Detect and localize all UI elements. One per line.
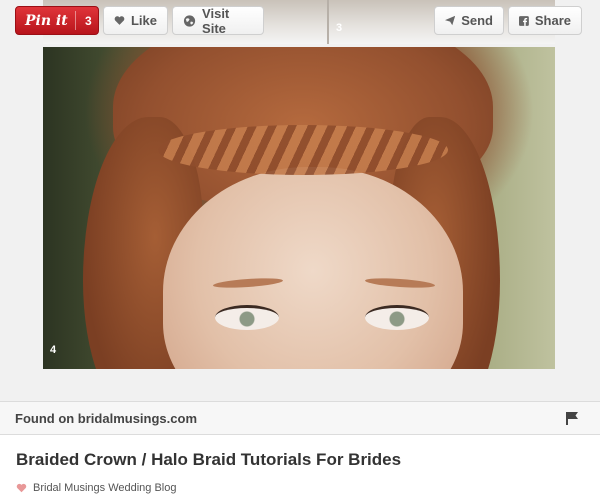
visit-site-label: Visit Site [202, 5, 230, 36]
share-button[interactable]: Share [508, 6, 582, 35]
image-divider [327, 0, 329, 44]
pin-title: Braided Crown / Halo Braid Tutorials For… [16, 450, 402, 469]
pin-count: 3 [85, 13, 92, 28]
eye-shape [215, 305, 279, 330]
braid-shape [158, 125, 448, 175]
pin-image: 4 [43, 47, 555, 369]
send-button[interactable]: Send [434, 6, 504, 35]
eye-shape [365, 305, 429, 330]
facebook-icon [519, 15, 529, 26]
pin-it-label: Pin it [25, 12, 68, 29]
send-label: Send [461, 13, 493, 28]
board-link[interactable]: Bridal Musings Wedding Blog [16, 482, 176, 494]
heart-icon [114, 16, 125, 25]
share-label: Share [534, 13, 571, 28]
like-button[interactable]: Like [103, 6, 168, 35]
heart-icon [16, 483, 27, 493]
pin-it-button[interactable]: Pin it 3 [15, 6, 99, 35]
flag-icon[interactable] [566, 412, 578, 425]
image-number: 4 [50, 344, 57, 356]
send-icon [445, 15, 456, 26]
image-number-top: 3 [336, 22, 343, 34]
visit-site-button[interactable]: Visit Site [172, 5, 264, 36]
toolbar: 3 Pin it 3 Like Visit Site Send Share [0, 0, 600, 44]
board-name: Bridal Musings Wedding Blog [33, 482, 177, 494]
globe-icon [183, 14, 196, 27]
like-label: Like [130, 13, 157, 28]
pin-details: Braided Crown / Halo Braid Tutorials For… [0, 435, 600, 500]
source-bar: Found on bridalmusings.com [0, 401, 600, 435]
found-on-link[interactable]: Found on bridalmusings.com [15, 411, 197, 426]
